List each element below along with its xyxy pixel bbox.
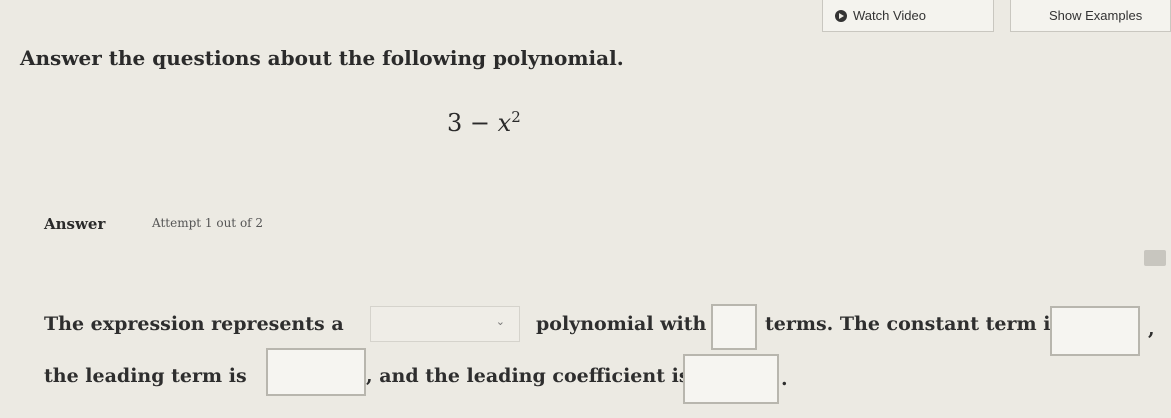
number-of-terms-input[interactable] — [711, 304, 757, 350]
sentence-part-1: The expression represents a — [44, 313, 344, 335]
expression-operator: − — [469, 109, 491, 137]
answer-label: Answer — [44, 215, 106, 233]
watch-video-label: Watch Video — [853, 8, 926, 23]
play-icon — [835, 9, 847, 22]
expression-exponent: 2 — [511, 108, 521, 126]
sentence-part-7: . — [781, 368, 788, 390]
show-examples-label: Show Examples — [1049, 8, 1143, 23]
attempt-counter: Attempt 1 out of 2 — [152, 216, 264, 230]
leading-coefficient-input[interactable] — [683, 354, 779, 404]
watch-video-button[interactable]: Watch Video — [822, 0, 994, 32]
sentence-part-2: polynomial with — [536, 313, 707, 335]
keyboard-icon[interactable] — [1144, 250, 1166, 266]
sentence-part-5: the leading term is — [44, 365, 247, 387]
chevron-down-icon: ⌄ — [495, 315, 505, 328]
polynomial-type-select[interactable]: ⌄ — [370, 306, 520, 342]
polynomial-expression: 3 − x2 — [447, 108, 521, 137]
expression-constant: 3 — [447, 109, 463, 137]
sentence-part-4: , — [1148, 318, 1155, 340]
show-examples-button[interactable]: Show Examples — [1010, 0, 1171, 32]
question-prompt: Answer the questions about the following… — [20, 46, 624, 70]
leading-term-input[interactable] — [266, 348, 366, 396]
expression-variable: x — [497, 109, 512, 137]
sentence-part-3: terms. The constant term is — [765, 313, 1062, 335]
sentence-part-6: , and the leading coefficient is — [366, 365, 690, 387]
constant-term-input[interactable] — [1050, 306, 1140, 356]
